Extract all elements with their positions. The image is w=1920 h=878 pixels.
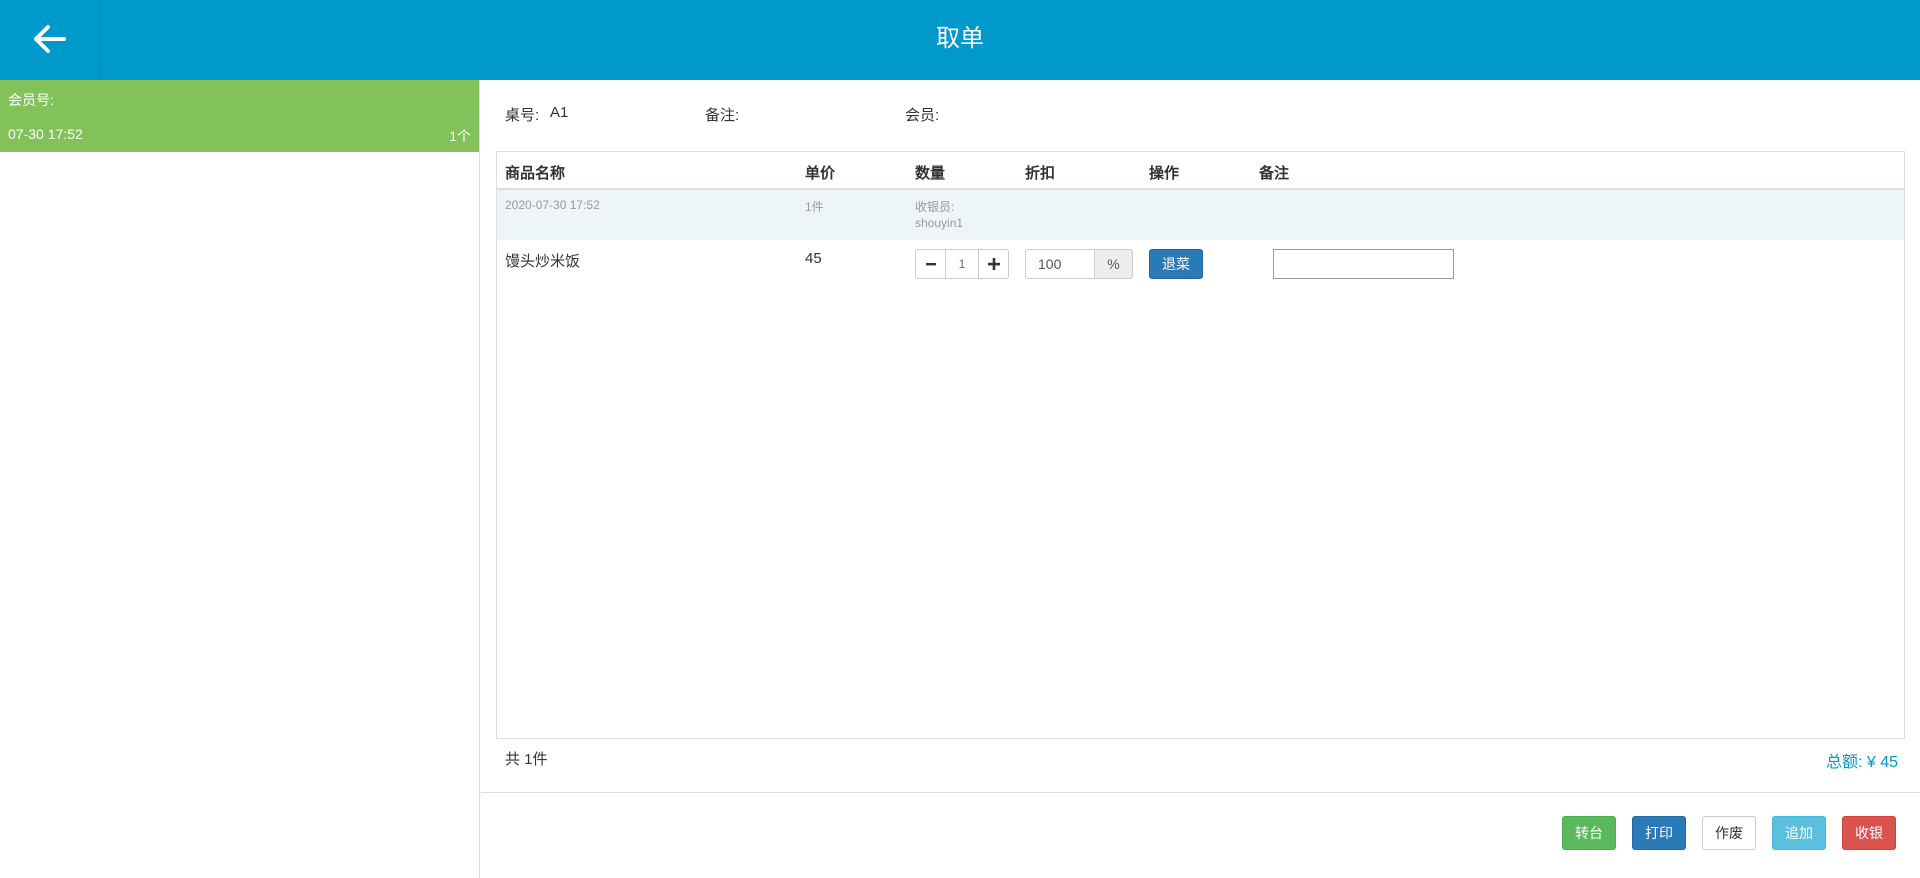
order-time: 07-30 17:52 [8, 126, 83, 142]
discount-unit: % [1095, 249, 1133, 279]
order-meta-row: 2020-07-30 17:52 1件 收银员: shouyin1 [497, 190, 1904, 240]
order-card[interactable]: 会员号: 07-30 17:52 1个 [0, 80, 479, 152]
print-button[interactable]: 打印 [1632, 816, 1686, 850]
order-list-sidebar: 会员号: 07-30 17:52 1个 [0, 80, 480, 878]
member-label: 会员: [905, 107, 940, 124]
checkout-button[interactable]: 收银 [1842, 816, 1896, 850]
quantity-stepper: 1 [915, 249, 1009, 279]
table-number-label: 桌号: [505, 107, 540, 124]
product-name: 馒头炒米饭 [505, 253, 581, 270]
back-button[interactable] [0, 0, 100, 80]
order-detail: 桌号: A1 备注: 会员: 商品名称 单价 数量 折扣 操作 备注 2020-… [481, 80, 1920, 878]
transfer-table-button[interactable]: 转台 [1562, 816, 1616, 850]
order-datetime: 2020-07-30 17:52 [505, 198, 600, 212]
top-bar: 取单 [0, 0, 1920, 80]
divider [481, 792, 1920, 793]
col-discount: 折扣 [1025, 165, 1056, 182]
cashier-label: 收银员: [915, 200, 955, 214]
cashier-name: shouyin1 [915, 216, 964, 230]
table-header: 商品名称 单价 数量 折扣 操作 备注 [497, 152, 1904, 190]
col-remark: 备注 [1259, 165, 1290, 182]
unit-price: 45 [805, 250, 822, 267]
quantity-value[interactable]: 1 [945, 250, 979, 278]
plus-icon [987, 258, 1000, 270]
table-number-value: A1 [550, 104, 569, 121]
minus-icon [925, 263, 936, 266]
table-row: 馒头炒米饭 45 1 100 % 退菜 [497, 240, 1904, 288]
order-items-table: 商品名称 单价 数量 折扣 操作 备注 2020-07-30 17:52 1件 … [496, 151, 1905, 739]
col-quantity: 数量 [915, 165, 946, 182]
discount-input[interactable]: 100 [1025, 249, 1095, 279]
col-unit-price: 单价 [805, 165, 836, 182]
discount-field: 100 % [1025, 249, 1133, 279]
minus-button[interactable] [916, 250, 945, 278]
total-amount: 总额: ¥ 45 [1825, 754, 1898, 771]
col-operation: 操作 [1149, 165, 1180, 182]
void-button[interactable]: 作废 [1702, 816, 1756, 850]
item-remark-input[interactable] [1273, 249, 1454, 279]
add-items-button[interactable]: 追加 [1772, 816, 1826, 850]
arrow-left-icon [32, 23, 68, 58]
order-remark-label: 备注: [705, 107, 740, 124]
col-product-name: 商品名称 [505, 165, 566, 182]
order-member-label: 会员号: [8, 92, 54, 108]
order-summary: 共 1件 总额: ¥ 45 [505, 748, 1898, 771]
order-qty: 1件 [805, 200, 824, 214]
page-title: 取单 [936, 25, 984, 52]
order-item-count: 1个 [449, 128, 471, 144]
refund-dish-button[interactable]: 退菜 [1149, 249, 1203, 279]
item-count-text: 共 1件 [505, 751, 548, 768]
plus-button[interactable] [979, 250, 1008, 278]
